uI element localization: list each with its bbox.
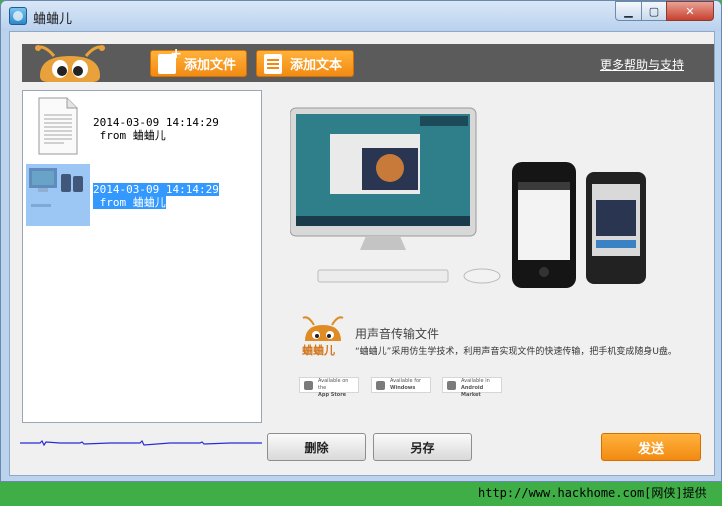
send-button[interactable]: 发送 — [601, 433, 701, 461]
promo-description: “蛐蛐儿”采用仿生学技术，利用声音实现文件的快速传输，把手机变成随身U盘。 — [355, 347, 677, 357]
title-bar[interactable]: 蛐蛐儿 — [1, 1, 721, 31]
save-as-button[interactable]: 另存 — [373, 433, 472, 461]
watermark-text: http://www.hackhome.com[网侠]提供 — [478, 486, 707, 500]
add-file-button[interactable]: 添加文件 — [150, 46, 247, 77]
add-text-label: 添加文本 — [290, 58, 343, 73]
add-text-button[interactable]: 添加文本 — [256, 50, 354, 77]
minimize-icon: ▁ — [624, 4, 633, 18]
file-source: from 蛐蛐儿 — [93, 129, 166, 142]
add-text-icon — [264, 53, 282, 74]
brand-name: 蛐蛐儿 — [302, 344, 335, 357]
app-icon — [9, 7, 27, 25]
badge-store-name: App Store — [318, 392, 347, 398]
close-icon: ✕ — [685, 4, 695, 18]
maximize-button[interactable]: ▢ — [641, 1, 667, 21]
document-icon[interactable] — [38, 97, 78, 155]
cricket-logo-icon — [35, 45, 105, 82]
maximize-icon: ▢ — [648, 4, 660, 18]
badge-caption: Available in — [461, 378, 490, 384]
file-source: from 蛐蛐儿 — [93, 196, 166, 209]
promo-title: 用声音传输文件 — [355, 327, 440, 341]
badge-store-name: Android Market — [461, 385, 484, 398]
file-timestamp: 2014-03-09 14:14:29 — [93, 116, 219, 129]
minimize-button[interactable]: ▁ — [615, 1, 642, 21]
list-item-selected[interactable]: 2014-03-09 14:14:29 from 蛐蛐儿 — [93, 183, 219, 209]
badge-caption: Available for — [390, 378, 422, 384]
file-timestamp: 2014-03-09 14:14:29 — [93, 183, 219, 196]
list-item[interactable]: 2014-03-09 14:14:29 from 蛐蛐儿 — [93, 116, 219, 142]
android-icon — [447, 381, 456, 390]
image-thumbnail[interactable] — [26, 164, 90, 226]
devices-illustration — [290, 107, 646, 288]
close-button[interactable]: ✕ — [666, 1, 714, 21]
apple-icon — [304, 381, 313, 390]
add-file-label: 添加文件 — [184, 58, 237, 73]
windows-badge[interactable]: Available for Windows — [371, 377, 431, 393]
app-store-badge[interactable]: Available on the App Store — [299, 377, 359, 398]
windows-icon — [376, 381, 385, 390]
help-support-link[interactable]: 更多帮助与支持 — [600, 56, 684, 73]
audio-waveform — [20, 439, 262, 447]
delete-button[interactable]: 删除 — [267, 433, 366, 461]
badge-caption: Available on the — [318, 378, 349, 391]
window-title: 蛐蛐儿 — [33, 12, 73, 27]
add-file-icon — [158, 46, 182, 74]
badge-store-name: Windows — [390, 385, 416, 391]
android-market-badge[interactable]: Available in Android Market — [442, 377, 502, 398]
